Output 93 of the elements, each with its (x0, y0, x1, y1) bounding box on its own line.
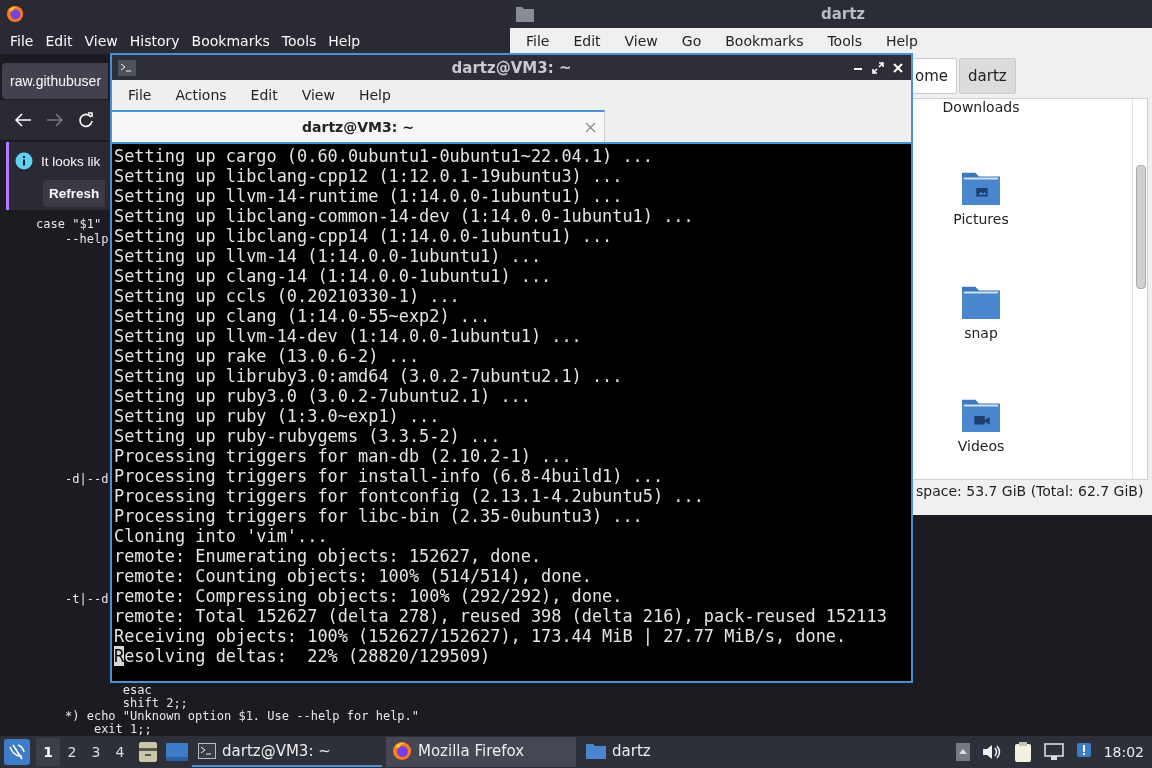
terminal-line: Setting up ruby-rubygems (3.3.5-2) ... (114, 426, 502, 446)
menu-item[interactable]: Actions (163, 84, 239, 105)
browser-tab[interactable]: raw.githubuser (2, 63, 108, 99)
terminal-line: Setting up clang-14 (1:14.0.0-1ubuntu1) ... (114, 266, 553, 286)
code-line: case "$1" (35, 218, 102, 233)
menu-item[interactable]: Help (346, 84, 403, 105)
window-title: dartz (820, 5, 866, 23)
menu-item[interactable]: Bookmarks (185, 31, 276, 51)
network-icon[interactable] (1043, 743, 1064, 761)
folder-icon (586, 743, 606, 759)
terminal-line: Processing triggers for man-db (2.10.2-1) ... (114, 446, 573, 466)
menu-item[interactable]: Edit (238, 84, 290, 105)
close-icon[interactable] (891, 60, 905, 75)
folder-name[interactable]: Downloads (942, 99, 1020, 115)
menu-item[interactable]: File (514, 31, 562, 51)
scrollbar-thumb[interactable] (1136, 165, 1146, 289)
terminal-line: Cloning into 'vim'... (114, 526, 329, 546)
path-button[interactable]: ome (913, 58, 958, 94)
terminal-tab[interactable]: dartz@VM3: ~ (112, 110, 605, 142)
menu-item[interactable]: Help (322, 31, 367, 51)
back-icon[interactable] (14, 112, 32, 128)
terminal-icon (198, 743, 216, 759)
terminal-line: Setting up ruby3.0 (3.0.2-7ubuntu2.1) ... (114, 386, 532, 406)
workspace-button[interactable]: 1 (36, 738, 60, 766)
code-line: -d|--d (64, 473, 109, 488)
menu-item[interactable]: Tools (275, 31, 323, 51)
forward-icon[interactable] (46, 112, 64, 128)
menu-item[interactable]: View (612, 31, 670, 51)
terminal-line: Resolving deltas: 22% (28820/129509) (114, 646, 492, 666)
code-line: --help (64, 233, 109, 248)
window-title: dartz@VM3: ~ (451, 58, 572, 77)
menu-item[interactable]: Tools (815, 31, 874, 51)
info-icon (15, 152, 33, 170)
menu-item[interactable]: Edit (39, 31, 79, 51)
folder-icon (516, 6, 534, 22)
terminal-line: Setting up libclang-cpp14 (1:14.0.0-1ubuntu1) ... (114, 226, 614, 246)
terminal-line: Setting up cargo (0.60.0ubuntu1-0ubuntu1~22.04.1) ... (114, 146, 654, 166)
menu-item[interactable]: View (78, 31, 124, 51)
code-line: esac (121, 684, 152, 697)
terminal-line: Setting up rake (13.0.6-2) ... (114, 346, 421, 366)
terminal-line: Processing triggers for libc-bin (2.35-0ubuntu3) ... (114, 506, 644, 526)
refresh-button[interactable]: Refresh (43, 180, 106, 207)
terminal-icon (118, 59, 136, 76)
folder-name[interactable]: snap (964, 324, 998, 341)
clipboard-icon[interactable] (1013, 741, 1032, 763)
terminal-line: Processing triggers for fontconfig (2.13.1-4.2ubuntu5) ... (114, 486, 705, 506)
task-button[interactable]: Mozilla Firefox (386, 737, 576, 767)
clock: 18:02 (1103, 744, 1144, 760)
file-cabinet-icon[interactable] (138, 741, 158, 763)
menu-item[interactable]: Help (873, 31, 930, 51)
firefox-icon (6, 5, 24, 23)
terminal-line: remote: Enumerating objects: 152627, done. (114, 546, 543, 566)
terminal-line: Processing triggers for install-info (6.8-4build1) ... (114, 466, 665, 486)
menu-item[interactable]: History (123, 31, 186, 51)
path-button[interactable]: dartz (959, 58, 1016, 94)
folder-name[interactable]: Videos (957, 438, 1005, 455)
workspace-button[interactable]: 3 (84, 738, 108, 766)
task-button[interactable]: dartz (580, 737, 770, 767)
terminal-line: remote: Counting objects: 100% (514/514), done. (114, 566, 593, 586)
terminal-line: Receiving objects: 100% (152627/152627), 173.44 MiB | 27.77 MiB/s, done. (114, 626, 848, 646)
status-text: space: 53.7 GiB (Total: 62.7 GiB) (916, 483, 1144, 499)
code-line: *) echo "Unknown option $1. Use --help for help." (64, 710, 420, 723)
terminal-line: remote: Total 152627 (delta 278), reused 398 (delta 216), pack-reused 152113 (114, 606, 888, 626)
reload-icon[interactable] (78, 112, 94, 128)
menu-item[interactable]: Bookmarks (713, 31, 816, 51)
terminal-line: Setting up ccls (0.20210330-1) ... (114, 286, 461, 306)
menu-item[interactable]: Go (669, 31, 714, 51)
code-line: exit 1;; (92, 723, 152, 736)
terminal-line: Setting up clang (1:14.0-55~exp2) ... (114, 306, 492, 326)
task-button[interactable]: dartz@VM3: ~ (192, 737, 382, 767)
arrow-up-icon[interactable] (955, 743, 970, 761)
notification-text: It looks lik (41, 153, 101, 169)
maximize-icon[interactable] (871, 60, 885, 75)
menu-item[interactable]: File (116, 84, 164, 105)
terminal-line: Setting up libclang-cpp12 (1:12.0.1-19ubuntu3) ... (114, 166, 624, 186)
menu-item[interactable]: View (289, 84, 347, 105)
workspace-button[interactable]: 2 (60, 738, 84, 766)
terminal-line: Setting up llvm-14-dev (1:14.0.0-1ubuntu1) ... (114, 326, 583, 346)
volume-icon[interactable] (981, 743, 1002, 761)
terminal-line: Setting up llvm-14-runtime (1:14.0.0-1ubuntu1) ... (114, 186, 624, 206)
terminal-line: Setting up llvm-14 (1:14.0.0-1ubuntu1) ... (114, 246, 543, 266)
menu-item[interactable]: Edit (561, 31, 613, 51)
workspace-button[interactable]: 4 (108, 738, 132, 766)
terminal-line: remote: Compressing objects: 100% (292/292), done. (114, 586, 624, 606)
firefox-icon (392, 741, 412, 761)
start-menu-icon[interactable] (4, 739, 30, 765)
terminal-line: Setting up ruby (1:3.0~exp1) ... (114, 406, 441, 426)
terminal-line: Setting up libclang-common-14-dev (1:14.0.0-1ubuntu1) ... (114, 206, 695, 226)
code-line: -t|--d (64, 593, 109, 608)
menu-item[interactable]: File (4, 31, 40, 51)
code-line: shift 2;; (121, 697, 188, 710)
terminal-line: Setting up libruby3.0:amd64 (3.0.2-7ubuntu2.1) ... (114, 366, 624, 386)
folder-name[interactable]: Pictures (953, 211, 1009, 228)
